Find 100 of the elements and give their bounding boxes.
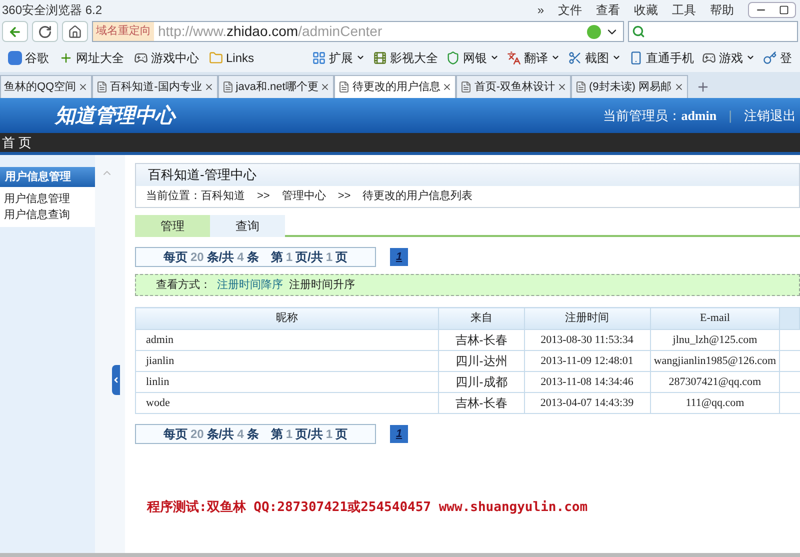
document-icon <box>96 81 108 93</box>
document-icon <box>575 81 587 93</box>
toolbar-item[interactable]: 截图 <box>568 48 621 66</box>
table-cell: 287307421@qq.com <box>650 372 780 392</box>
breadcrumb-text: 待更改的用户信息列表 <box>362 188 473 204</box>
toolbar-item[interactable]: 影视大全 <box>373 48 438 66</box>
refresh-button[interactable] <box>32 21 58 42</box>
table-cell: admin <box>136 330 439 350</box>
menu-item[interactable]: 文件 <box>558 1 582 19</box>
menu-item[interactable]: 工具 <box>672 1 696 19</box>
redirect-badge: 域名重定向 <box>93 22 154 41</box>
address-field[interactable]: 域名重定向 http://www.zhidao.com/adminCenter <box>92 21 624 42</box>
table-cell: 2013-11-08 14:34:46 <box>524 372 650 392</box>
caret-icon[interactable] <box>612 53 621 62</box>
sidebar-header[interactable]: 用户信息管理 <box>0 167 95 187</box>
document-icon <box>222 81 234 93</box>
site-title: 知道管理中心 <box>55 104 175 128</box>
sort-link[interactable]: 注册时间升序 <box>289 276 355 294</box>
toolbar-item[interactable]: 游戏 <box>702 48 755 66</box>
close-icon[interactable] <box>557 82 567 92</box>
menu-item[interactable]: 帮助 <box>710 1 734 19</box>
back-button[interactable] <box>2 21 28 42</box>
footer-credit: 程序测试:双鱼林 QQ:287307421或254540457 www.shuangyulin.com <box>147 498 589 517</box>
refresh-icon[interactable] <box>38 24 52 38</box>
sidebar-item[interactable]: 用户信息查询 <box>0 207 95 223</box>
sort-label: 查看方式： <box>156 278 211 293</box>
table-cell: wode <box>136 392 439 414</box>
key-icon <box>763 50 777 64</box>
browser-tab[interactable]: java和.net哪个更 <box>218 75 334 98</box>
toolbar-label: 扩展 <box>329 50 353 66</box>
scissors-icon <box>568 50 582 64</box>
maximize-icon[interactable] <box>779 5 789 15</box>
table-cell: 2013-04-07 14:43:39 <box>524 392 650 414</box>
table-cell: 2013-11-09 12:48:01 <box>524 350 650 372</box>
search-icon[interactable] <box>632 25 645 38</box>
logout-link[interactable]: 注销退出 <box>744 106 796 126</box>
toolbar-item[interactable]: 登 <box>763 48 792 66</box>
close-icon[interactable] <box>204 82 214 92</box>
caret-icon[interactable] <box>551 53 560 62</box>
browser-tab[interactable]: 待更改的用户信息 <box>334 75 456 98</box>
bookmark-link[interactable]: 游戏中心 <box>134 48 199 66</box>
home-button[interactable] <box>62 21 88 42</box>
shield-icon <box>446 50 460 64</box>
search-field[interactable] <box>628 21 798 42</box>
video-icon <box>373 50 387 64</box>
game-icon <box>702 50 716 64</box>
close-icon[interactable] <box>674 82 684 92</box>
nav-link[interactable]: 首 页 <box>2 132 32 152</box>
column-header: E-mail <box>650 308 780 330</box>
home-icon[interactable] <box>68 24 82 38</box>
panel-title: 百科知道-管理中心 <box>136 164 799 186</box>
sub-tab[interactable]: 管理 <box>135 215 210 237</box>
close-icon[interactable] <box>442 82 452 92</box>
browser-tab[interactable]: (9封未读) 网易邮 <box>571 75 688 98</box>
window-title: 360安全浏览器 6.2 <box>2 2 102 19</box>
table-cell: 四川-达州 <box>438 350 524 372</box>
browser-tab[interactable]: 百科知道-国内专业 <box>92 75 218 98</box>
menu-item[interactable]: 收藏 <box>634 1 658 19</box>
document-icon <box>460 81 472 93</box>
table-cell: 吉林-长春 <box>438 392 524 414</box>
menu-item[interactable]: 查看 <box>596 1 620 19</box>
plus-icon[interactable] <box>696 80 710 94</box>
toolbar-label: 截图 <box>585 50 609 66</box>
caret-icon[interactable] <box>746 53 755 62</box>
column-header: 昵称 <box>136 308 439 330</box>
sidebar-item[interactable]: 用户信息管理 <box>0 191 95 207</box>
browser-tab[interactable]: 首页-双鱼林设计 <box>456 75 571 98</box>
caret-icon[interactable] <box>356 53 365 62</box>
table-cell: jlnu_lzh@125.com <box>650 330 780 350</box>
pager-text: 每页 20 条/共 4 条 第 1 页/共 1 页 <box>135 247 376 267</box>
sub-tab[interactable]: 查询 <box>210 215 285 237</box>
toolbar-item[interactable]: 直通手机 <box>629 48 694 66</box>
game-icon <box>134 50 148 64</box>
bookmark-link[interactable]: Links <box>209 48 254 66</box>
bookmark-link[interactable]: 网址大全 <box>59 48 124 66</box>
close-icon[interactable] <box>78 82 88 92</box>
browser-tab[interactable]: 鱼林的QQ空间 <box>0 75 92 98</box>
sidebar-toggle-handle[interactable] <box>112 365 120 395</box>
toolbar-label: 网银 <box>463 50 487 66</box>
table-cell: 2013-08-30 11:53:34 <box>524 330 650 350</box>
column-header: 来自 <box>438 308 524 330</box>
menu-item[interactable]: » <box>537 1 544 19</box>
bookmark-link[interactable]: 谷歌 <box>8 48 49 66</box>
toolbar-item[interactable]: 翻译 <box>507 48 560 66</box>
breadcrumb-text: 管理中心 <box>282 188 326 204</box>
table-cell: 四川-成都 <box>438 372 524 392</box>
grid-icon <box>312 50 326 64</box>
toolbar-label: 影视大全 <box>390 50 438 66</box>
pager-text: 每页 20 条/共 4 条 第 1 页/共 1 页 <box>135 424 376 444</box>
translate-icon <box>507 50 521 64</box>
breadcrumb-text: 当前位置：百科知道 <box>146 189 245 204</box>
window-controls[interactable] <box>748 2 796 18</box>
sort-link[interactable]: 注册时间降序 <box>217 276 283 294</box>
separator-text: | <box>728 106 732 125</box>
toolbar-item[interactable]: 网银 <box>446 48 499 66</box>
admin-label: 当前管理员：admin <box>603 106 717 125</box>
close-icon[interactable] <box>320 82 330 92</box>
toolbar-item[interactable]: 扩展 <box>312 48 365 66</box>
caret-icon[interactable] <box>490 53 499 62</box>
table-cell: wangjianlin1985@126.com <box>650 350 780 372</box>
